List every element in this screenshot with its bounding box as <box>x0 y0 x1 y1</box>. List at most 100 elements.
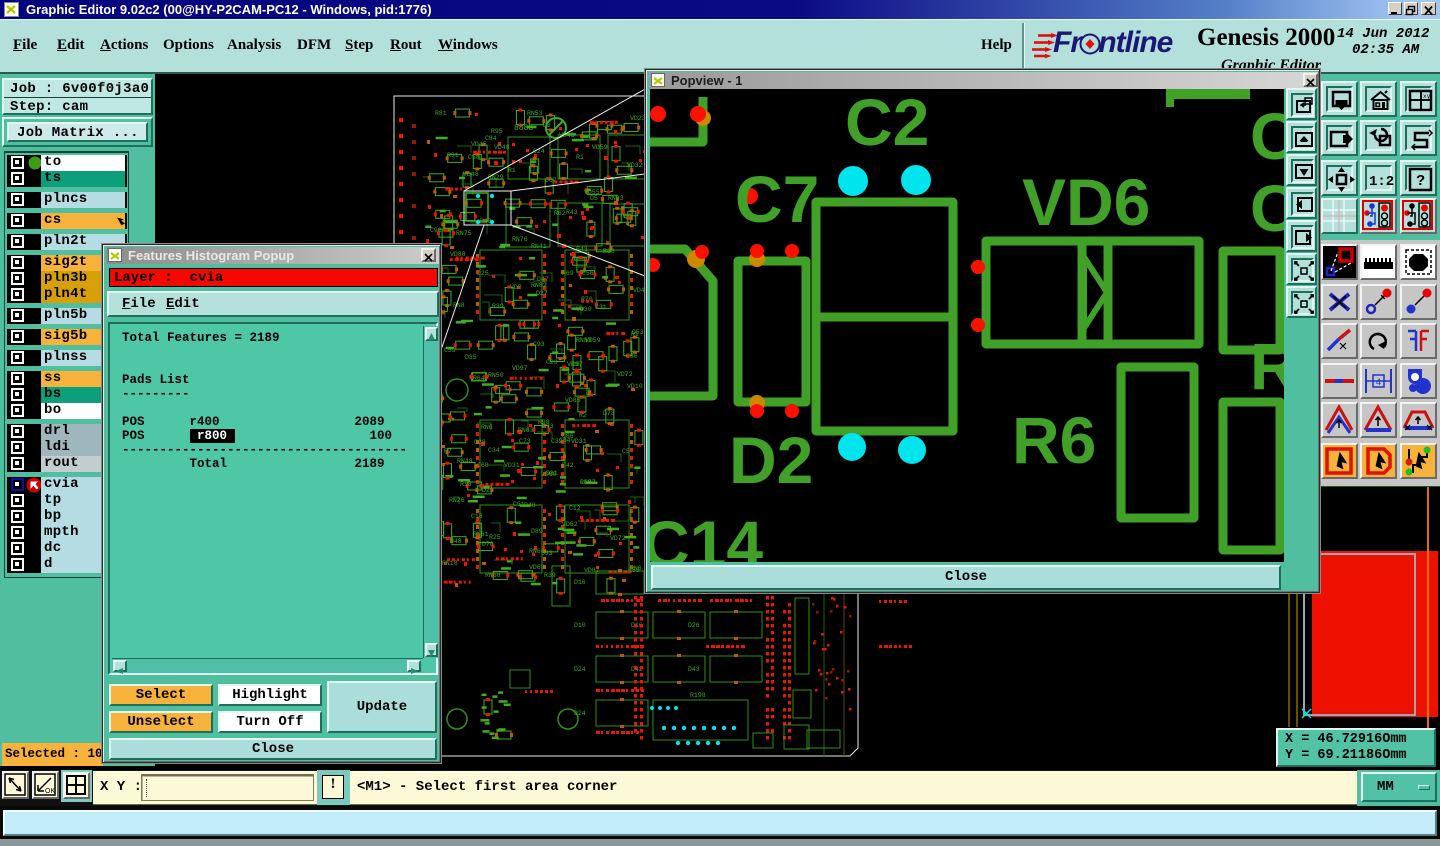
svg-text:R: R <box>1250 329 1284 403</box>
svg-text:D48: D48 <box>450 538 462 545</box>
svg-text:D26: D26 <box>688 622 700 629</box>
svg-text:VD72: VD72 <box>617 371 633 378</box>
svg-text:R39: R39 <box>544 572 556 579</box>
svg-text:D93: D93 <box>542 423 554 430</box>
svg-text:VD32: VD32 <box>627 162 643 169</box>
svg-text:4: 4 <box>1376 377 1381 387</box>
svg-text:RN76: RN76 <box>512 236 528 243</box>
svg-text:VD45: VD45 <box>471 141 487 148</box>
svg-text:RN53: RN53 <box>527 110 543 117</box>
svg-text:C31: C31 <box>595 304 607 311</box>
svg-text:D42: D42 <box>562 462 574 469</box>
svg-text:R2: R2 <box>579 412 587 419</box>
svg-text:RN83: RN83 <box>576 337 592 344</box>
svg-text:xy: xy <box>1423 93 1431 100</box>
svg-text:R198: R198 <box>690 692 706 699</box>
svg-text:VD62: VD62 <box>562 521 578 528</box>
svg-text:VD55: VD55 <box>584 189 600 196</box>
svg-text:RN75: RN75 <box>456 230 472 237</box>
svg-text:R1: R1 <box>576 154 584 161</box>
svg-text:C34: C34 <box>488 447 500 454</box>
svg-text:VD72: VD72 <box>610 535 626 542</box>
svg-text:R7: R7 <box>444 448 452 455</box>
svg-text:R31: R31 <box>447 152 459 159</box>
svg-text:D43: D43 <box>688 666 700 673</box>
svg-text:D25: D25 <box>477 270 489 277</box>
svg-text:RN93: RN93 <box>608 195 624 202</box>
svg-text:VD48: VD48 <box>463 171 479 178</box>
svg-text:D10: D10 <box>574 622 586 629</box>
svg-text:1:2: 1:2 <box>1369 174 1394 190</box>
svg-text:R60: R60 <box>603 248 615 255</box>
svg-text:C73: C73 <box>519 438 531 445</box>
svg-text:C65: C65 <box>580 479 592 486</box>
svg-text:VD59: VD59 <box>592 144 608 151</box>
svg-text:C18: C18 <box>471 513 483 520</box>
svg-text:R64: R64 <box>473 375 485 382</box>
svg-text:D89: D89 <box>531 528 543 535</box>
svg-text:C14: C14 <box>650 507 763 562</box>
svg-text:R69: R69 <box>562 270 574 277</box>
svg-text:C28: C28 <box>474 439 486 446</box>
svg-text:VD31: VD31 <box>504 462 520 469</box>
svg-text:R25: R25 <box>489 534 501 541</box>
svg-text:VD97: VD97 <box>567 361 583 368</box>
svg-text:VD10: VD10 <box>627 383 643 390</box>
svg-text:D16: D16 <box>574 579 586 586</box>
svg-text:C93: C93 <box>533 341 545 348</box>
svg-text:C84: C84 <box>485 135 497 142</box>
svg-text:C: C <box>1250 99 1284 173</box>
svg-text:RN26: RN26 <box>449 497 465 504</box>
svg-text:D73: D73 <box>603 410 615 417</box>
svg-text:RN63: RN63 <box>518 427 534 434</box>
svg-text:D21: D21 <box>482 487 494 494</box>
svg-text:D35: D35 <box>465 354 477 361</box>
svg-text:C68: C68 <box>477 462 489 469</box>
svg-text:VD60: VD60 <box>541 471 557 478</box>
svg-text:D33: D33 <box>541 550 553 557</box>
svg-text:VD6: VD6 <box>1022 165 1150 239</box>
svg-text:VD48: VD48 <box>494 144 510 151</box>
svg-text:RN82: RN82 <box>531 282 547 289</box>
svg-text:OK: OK <box>45 788 55 795</box>
svg-text:8888: 8888 <box>514 124 533 133</box>
svg-text:R48: R48 <box>524 502 536 509</box>
svg-text:D27: D27 <box>536 290 548 297</box>
svg-text:RN50: RN50 <box>488 372 504 379</box>
svg-text:C23: C23 <box>546 359 558 366</box>
svg-text:VD85: VD85 <box>565 397 581 404</box>
svg-text:D24: D24 <box>574 666 586 673</box>
svg-text:C59: C59 <box>444 347 456 354</box>
svg-text:R6: R6 <box>1012 403 1096 477</box>
svg-text:C2: C2 <box>845 89 929 159</box>
svg-text:VD30: VD30 <box>576 306 592 313</box>
svg-text:D53: D53 <box>632 329 644 336</box>
svg-text:RN8: RN8 <box>453 302 465 309</box>
svg-text:C12: C12 <box>569 505 581 512</box>
svg-text:C: C <box>1250 171 1284 245</box>
svg-text:R95: R95 <box>491 128 503 135</box>
svg-text:R18: R18 <box>460 481 472 488</box>
svg-text:R62: R62 <box>554 210 566 217</box>
svg-text:C86: C86 <box>626 353 638 360</box>
svg-text:?: ? <box>1416 172 1425 189</box>
svg-text:VD8: VD8 <box>510 284 522 291</box>
svg-text:C58: C58 <box>468 154 480 161</box>
svg-text:VD68: VD68 <box>529 564 545 571</box>
svg-text:VD97: VD97 <box>512 365 528 372</box>
svg-text:D70: D70 <box>482 541 494 548</box>
svg-text:RN61: RN61 <box>473 531 489 538</box>
svg-text:C96: C96 <box>430 227 442 234</box>
svg-text:D24: D24 <box>574 710 586 717</box>
svg-text:C56: C56 <box>582 270 594 277</box>
svg-text:VD23: VD23 <box>630 115 646 122</box>
svg-text:R43: R43 <box>566 209 578 216</box>
svg-text:D2: D2 <box>729 423 813 497</box>
svg-text:C64: C64 <box>559 437 571 444</box>
svg-text:RN48: RN48 <box>457 458 473 465</box>
svg-text:C7: C7 <box>735 162 819 236</box>
svg-text:RN41: RN41 <box>531 243 547 250</box>
svg-text:RN68: RN68 <box>485 572 501 579</box>
svg-text:C5: C5 <box>622 448 630 455</box>
svg-text:R1: R1 <box>508 167 516 174</box>
